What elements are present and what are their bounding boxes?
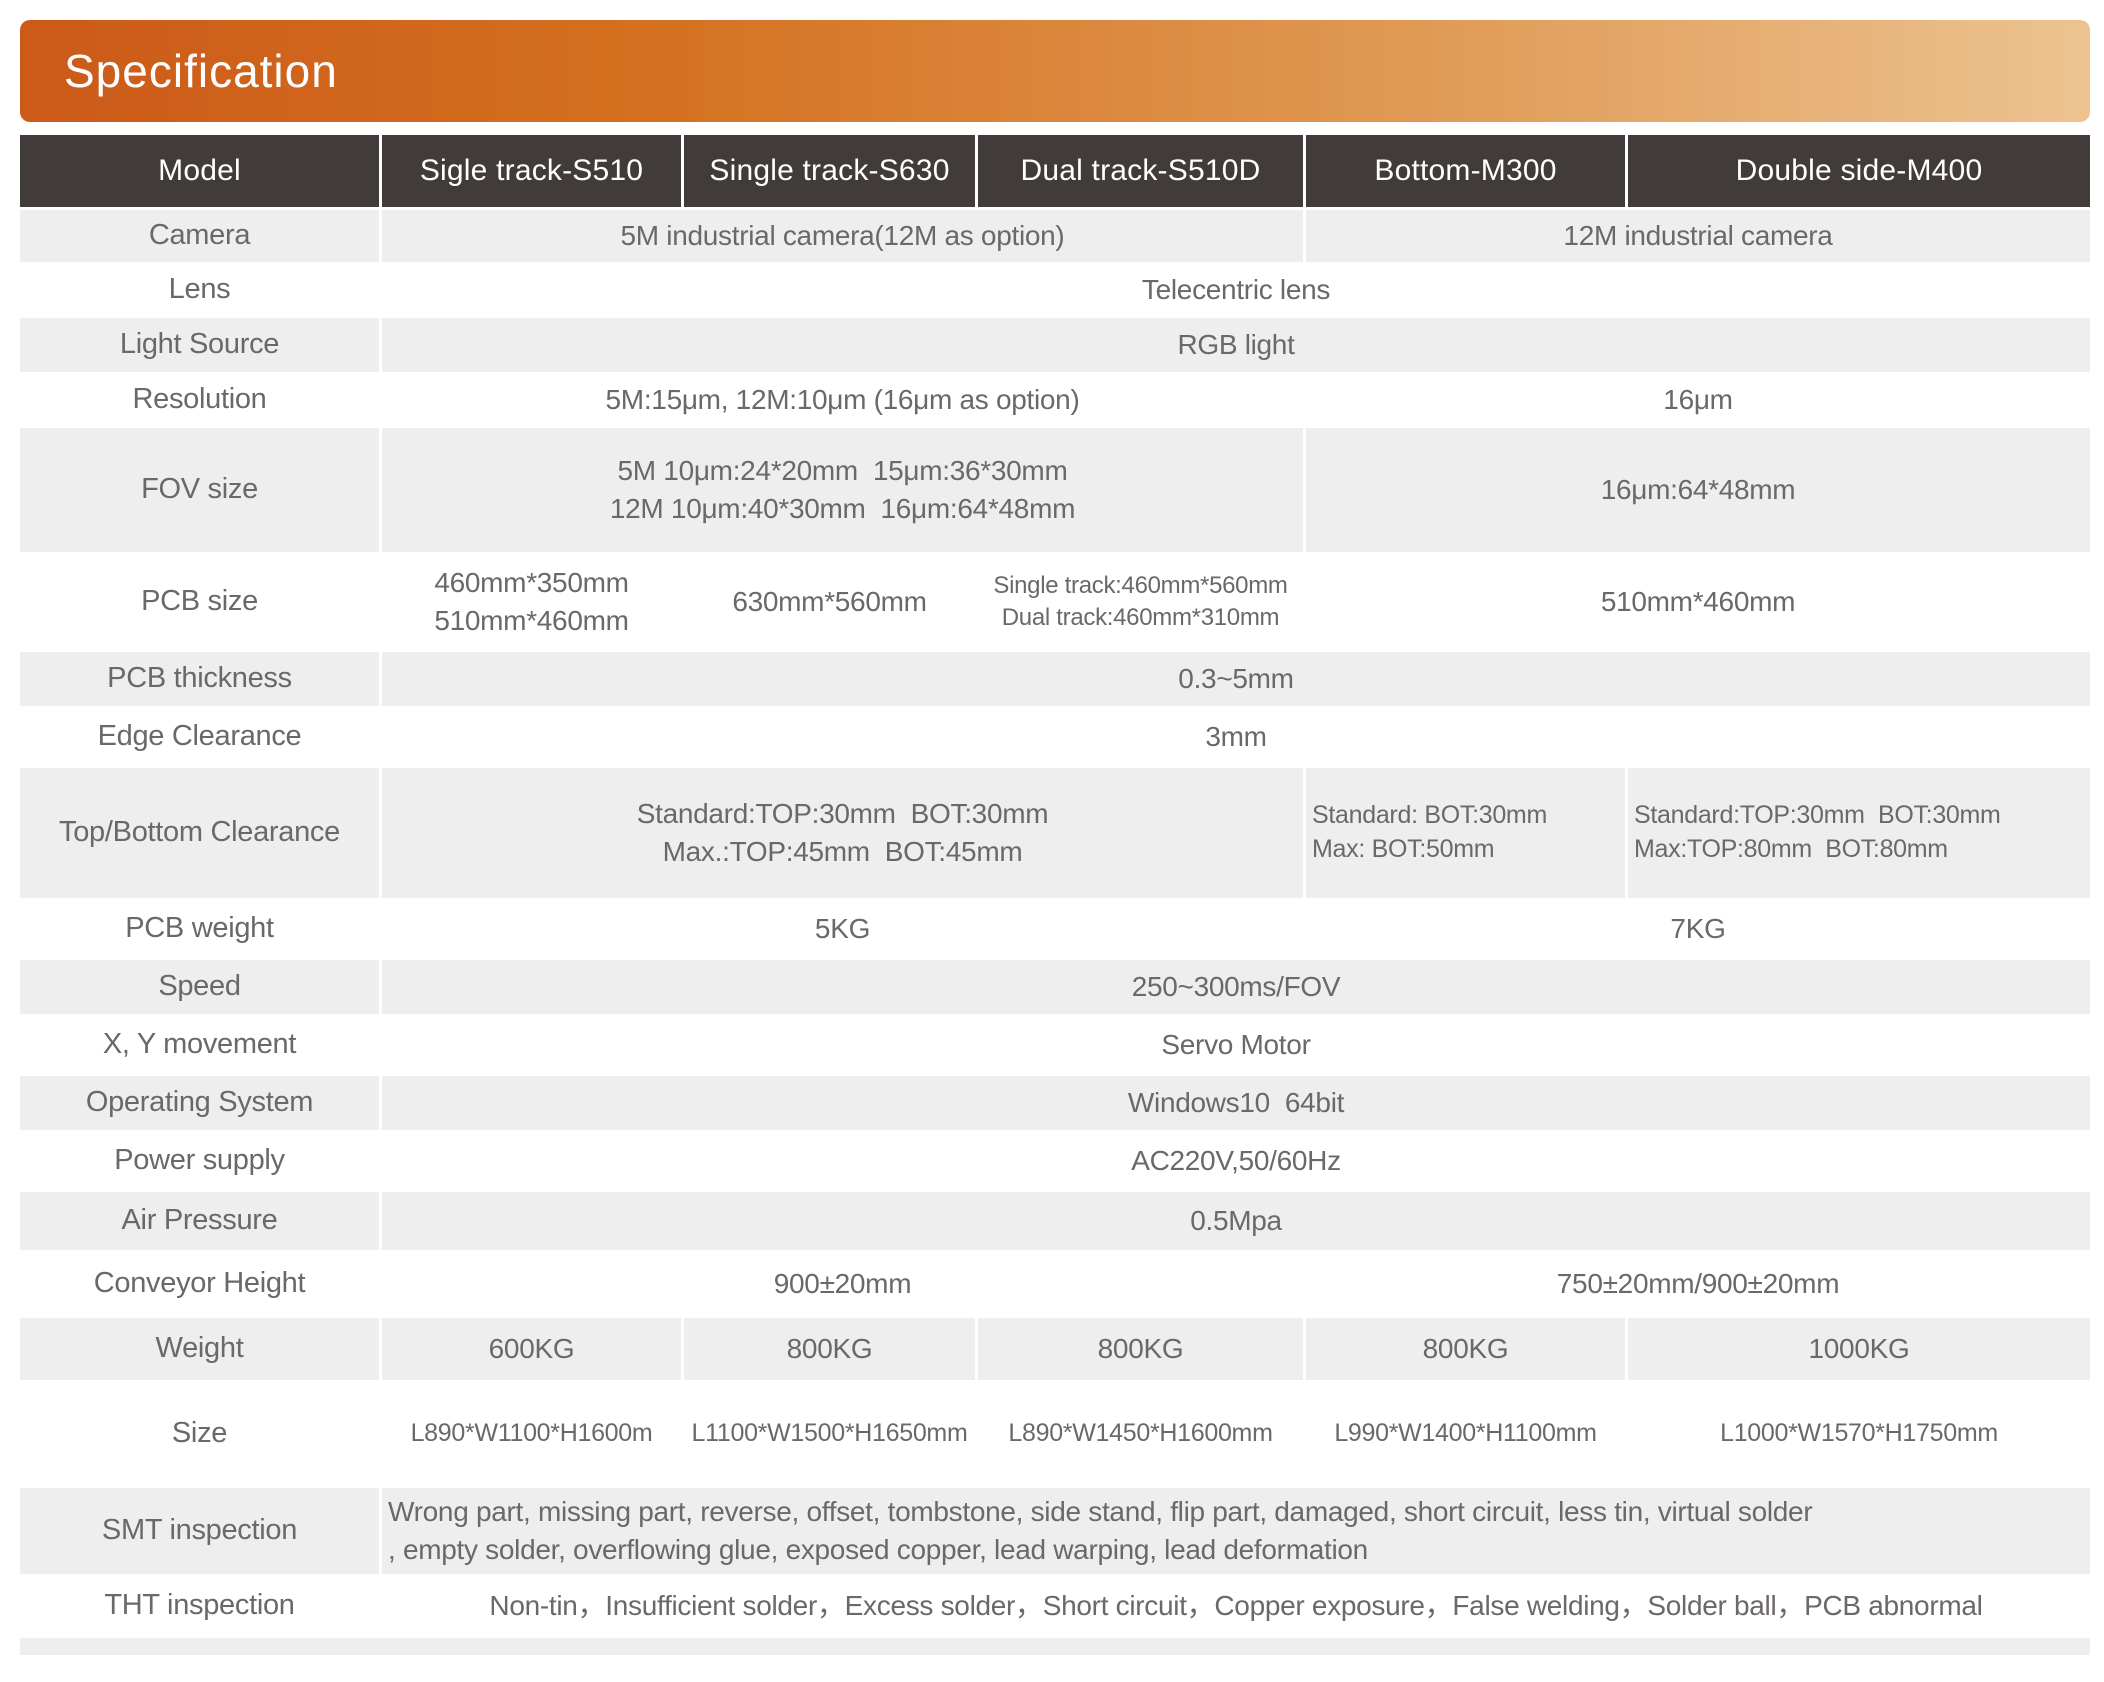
table-row-smt-inspection: SMT inspection Wrong part, missing part,…: [20, 1488, 2090, 1574]
spec-value: Windows10 64bit: [382, 1076, 2090, 1130]
spec-value: Wrong part, missing part, reverse, offse…: [382, 1488, 2090, 1574]
spec-sheet-page: Specification Model Sigle track-S510 Sin…: [0, 0, 2104, 1682]
table-row-size: Size L890*W1100*H1600m L1100*W1500*H1650…: [20, 1383, 2090, 1485]
row-label: X, Y movement: [20, 1017, 379, 1073]
header-model-label: Model: [20, 135, 379, 207]
spec-value: AC220V,50/60Hz: [382, 1133, 2090, 1189]
row-label: Edge Clearance: [20, 709, 379, 765]
table-row-fov-size: FOV size 5M 10μm:24*20mm 15μm:36*30mm 12…: [20, 428, 2090, 552]
spec-value: 5M 10μm:24*20mm 15μm:36*30mm 12M 10μm:40…: [382, 428, 1303, 552]
row-label: Conveyor Height: [20, 1253, 379, 1315]
spec-value: 900±20mm: [382, 1253, 1303, 1315]
row-label: PCB weight: [20, 901, 379, 957]
spec-value: 800KG: [684, 1318, 975, 1380]
table-row-xy-movement: X, Y movement Servo Motor: [20, 1017, 2090, 1073]
spec-value: 3mm: [382, 709, 2090, 765]
column-header-m400: Double side-M400: [1628, 135, 2090, 207]
specification-table: Model Sigle track-S510 Single track-S630…: [20, 135, 2090, 1655]
spec-value: 800KG: [978, 1318, 1303, 1380]
table-row-power-supply: Power supply AC220V,50/60Hz: [20, 1133, 2090, 1189]
row-label: Lens: [20, 265, 379, 315]
table-row-pcb-size: PCB size 460mm*350mm 510mm*460mm 630mm*5…: [20, 555, 2090, 649]
spec-value: L890*W1100*H1600m: [382, 1383, 681, 1485]
spec-value: 800KG: [1306, 1318, 1625, 1380]
table-row-light-source: Light Source RGB light: [20, 318, 2090, 372]
table-row-conveyor-height: Conveyor Height 900±20mm 750±20mm/900±20…: [20, 1253, 2090, 1315]
spec-value: 5M:15μm, 12M:10μm (16μm as option): [382, 375, 1303, 425]
spec-value: Standard:TOP:30mm BOT:30mm Max.:TOP:45mm…: [382, 768, 1303, 898]
spec-value: RGB light: [382, 318, 2090, 372]
row-label: Size: [20, 1383, 379, 1485]
spec-value: L1000*W1570*H1750mm: [1628, 1383, 2090, 1485]
row-label: Light Source: [20, 318, 379, 372]
row-label: PCB size: [20, 555, 379, 649]
spec-value: 1000KG: [1628, 1318, 2090, 1380]
table-row-pcb-thickness: PCB thickness 0.3~5mm: [20, 652, 2090, 706]
spec-value: 750±20mm/900±20mm: [1306, 1253, 2090, 1315]
spec-value: L1100*W1500*H1650mm: [684, 1383, 975, 1485]
spec-value: Single track:460mm*560mm Dual track:460m…: [978, 555, 1303, 649]
row-label: Camera: [20, 210, 379, 262]
table-row-edge-clearance: Edge Clearance 3mm: [20, 709, 2090, 765]
spec-value: 510mm*460mm: [1306, 555, 2090, 649]
table-row-top-bottom-clearance: Top/Bottom Clearance Standard:TOP:30mm B…: [20, 768, 2090, 898]
row-label: FOV size: [20, 428, 379, 552]
table-row-tht-inspection: THT inspection Non-tin，Insufficient sold…: [20, 1577, 2090, 1635]
row-label: Operating System: [20, 1076, 379, 1130]
spec-value: 0.3~5mm: [382, 652, 2090, 706]
spec-value: Standard: BOT:30mm Max: BOT:50mm: [1306, 768, 1625, 898]
spec-value: 7KG: [1306, 901, 2090, 957]
table-row-speed: Speed 250~300ms/FOV: [20, 960, 2090, 1014]
spec-value: Telecentric lens: [382, 265, 2090, 315]
spec-value: 250~300ms/FOV: [382, 960, 2090, 1014]
row-label: Speed: [20, 960, 379, 1014]
table-row-lens: Lens Telecentric lens: [20, 265, 2090, 315]
table-row-pcb-weight: PCB weight 5KG 7KG: [20, 901, 2090, 957]
partial-row-strip: [20, 1638, 2090, 1655]
spec-value: Servo Motor: [382, 1017, 2090, 1073]
spec-value: 600KG: [382, 1318, 681, 1380]
table-row-air-pressure: Air Pressure 0.5Mpa: [20, 1192, 2090, 1250]
page-title: Specification: [20, 44, 338, 98]
row-label: SMT inspection: [20, 1488, 379, 1574]
row-label: THT inspection: [20, 1577, 379, 1635]
table-header-row: Model Sigle track-S510 Single track-S630…: [20, 135, 2090, 207]
row-label: Air Pressure: [20, 1192, 379, 1250]
table-row-resolution: Resolution 5M:15μm, 12M:10μm (16μm as op…: [20, 375, 2090, 425]
row-label: PCB thickness: [20, 652, 379, 706]
spec-value: 630mm*560mm: [684, 555, 975, 649]
spec-value: L890*W1450*H1600mm: [978, 1383, 1303, 1485]
spec-value: Standard:TOP:30mm BOT:30mm Max:TOP:80mm …: [1628, 768, 2090, 898]
spec-value: 0.5Mpa: [382, 1192, 2090, 1250]
table-row-camera: Camera 5M industrial camera(12M as optio…: [20, 210, 2090, 262]
column-header-m300: Bottom-M300: [1306, 135, 1625, 207]
spec-value: 16μm:64*48mm: [1306, 428, 2090, 552]
spec-value: 12M industrial camera: [1306, 210, 2090, 262]
row-label: Resolution: [20, 375, 379, 425]
column-header-s510d: Dual track-S510D: [978, 135, 1303, 207]
spec-value: L990*W1400*H1100mm: [1306, 1383, 1625, 1485]
column-header-s630: Single track-S630: [684, 135, 975, 207]
row-label: Weight: [20, 1318, 379, 1380]
spec-value: 5KG: [382, 901, 1303, 957]
column-header-s510: Sigle track-S510: [382, 135, 681, 207]
table-row-operating-system: Operating System Windows10 64bit: [20, 1076, 2090, 1130]
table-row-weight: Weight 600KG 800KG 800KG 800KG 1000KG: [20, 1318, 2090, 1380]
spec-value: Non-tin，Insufficient solder，Excess solde…: [382, 1577, 2090, 1635]
row-label: Power supply: [20, 1133, 379, 1189]
row-label: Top/Bottom Clearance: [20, 768, 379, 898]
spec-value: 5M industrial camera(12M as option): [382, 210, 1303, 262]
spec-value: 460mm*350mm 510mm*460mm: [382, 555, 681, 649]
spec-value: 16μm: [1306, 375, 2090, 425]
specification-banner: Specification: [20, 20, 2090, 122]
